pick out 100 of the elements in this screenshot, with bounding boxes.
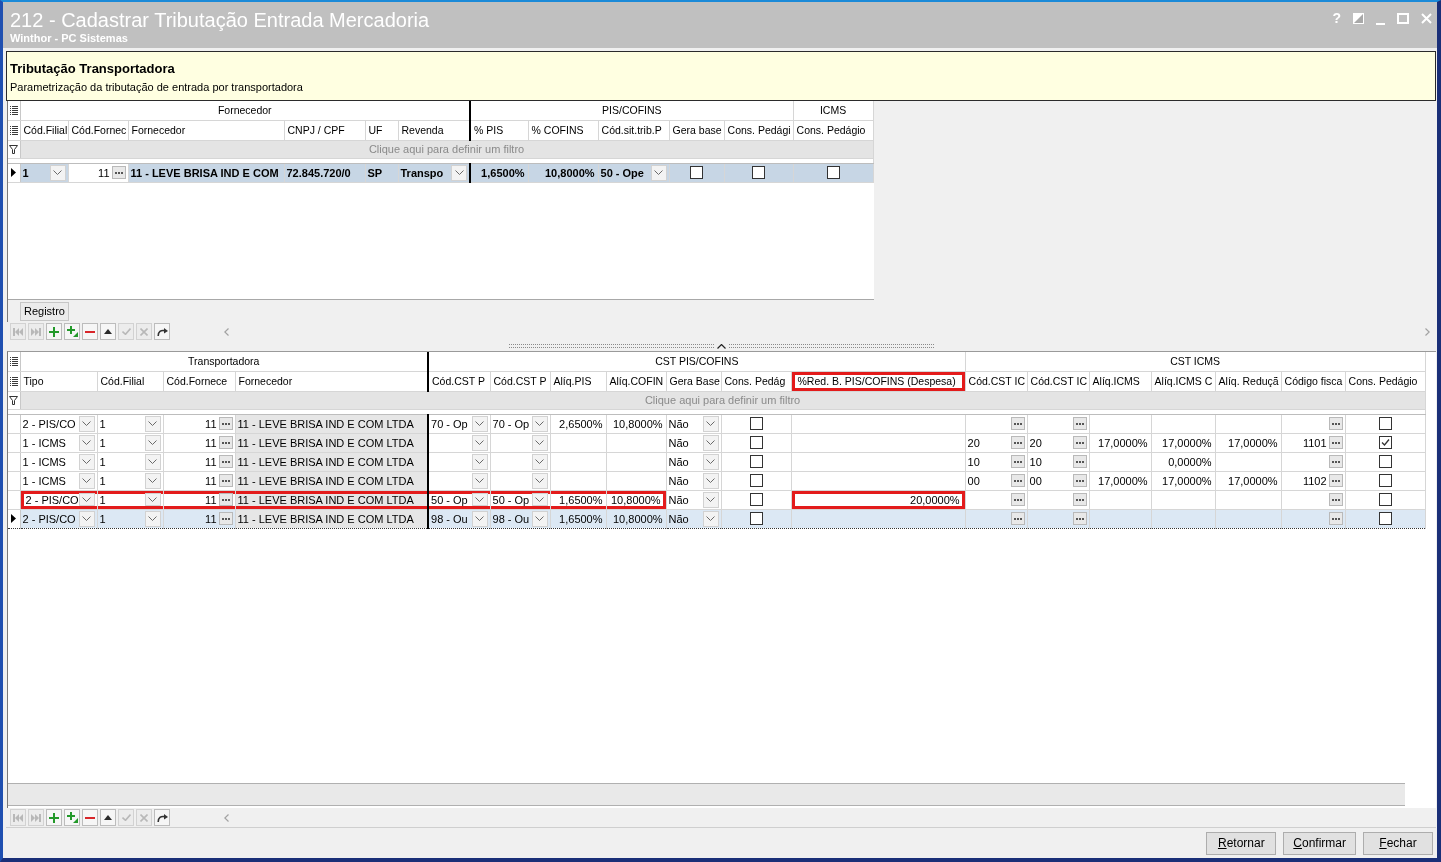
checkbox[interactable]: [749, 512, 763, 525]
combo-box[interactable]: Não: [666, 471, 722, 490]
checkbox[interactable]: [1378, 455, 1392, 468]
dropdown-button[interactable]: [471, 415, 488, 432]
checkbox[interactable]: [690, 166, 704, 179]
refresh-button[interactable]: [154, 809, 170, 826]
combo-box[interactable]: [428, 452, 491, 471]
chevron-left-icon[interactable]: [224, 813, 229, 822]
dropdown-button[interactable]: [144, 453, 161, 470]
ellipsis-button[interactable]: [1328, 493, 1343, 506]
combo-box[interactable]: 70 - Op: [490, 414, 551, 433]
append-button[interactable]: [46, 809, 62, 826]
combo-box[interactable]: 50 - Op: [490, 490, 551, 509]
lookup-field[interactable]: 1101: [1281, 433, 1346, 452]
table-row[interactable]: 1 11 11 - LEVE BRISA IND E COM 72.845.720/0 SP Transpo 1,6500% 10,8000% 50 - Ope: [8, 163, 874, 182]
delete-button[interactable]: [82, 809, 98, 826]
list-icon[interactable]: [9, 376, 18, 386]
dropdown-button[interactable]: [78, 415, 95, 432]
table-row[interactable]: 1 - ICMS 1 11 11 - LEVE BRISA IND E COM LTDA Não 00 00 17,0000% 17,0000% 17,0000% 1102: [8, 471, 1426, 490]
contrast-icon[interactable]: [1353, 13, 1364, 24]
combo-box[interactable]: [428, 471, 491, 490]
combo-box[interactable]: 1 - ICMS: [20, 452, 97, 471]
lookup-field[interactable]: 00: [965, 471, 1028, 490]
ellipsis-button[interactable]: [218, 455, 233, 468]
ellipsis-button[interactable]: [1328, 417, 1343, 430]
dropdown-button[interactable]: [471, 510, 488, 527]
ellipsis-button[interactable]: [1010, 512, 1025, 525]
combo-box[interactable]: Não: [666, 414, 722, 433]
filter-icon[interactable]: [9, 395, 19, 405]
dropdown-button[interactable]: [702, 510, 719, 527]
dropdown-button[interactable]: [144, 510, 161, 527]
dropdown-button[interactable]: [78, 493, 95, 506]
combo-box[interactable]: 1: [97, 433, 163, 452]
ellipsis-button[interactable]: [218, 474, 233, 487]
ellipsis-button[interactable]: [1072, 417, 1087, 430]
dropdown-button[interactable]: [471, 453, 488, 470]
ellipsis-button[interactable]: [1010, 455, 1025, 468]
ellipsis-button[interactable]: [111, 166, 126, 179]
chevron-left-icon[interactable]: [224, 327, 229, 336]
ellipsis-button[interactable]: [1010, 436, 1025, 449]
lookup-field[interactable]: 00: [1027, 471, 1090, 490]
column-header[interactable]: Cód.CST P: [428, 371, 491, 391]
table-row[interactable]: 1 - ICMS 1 11 11 - LEVE BRISA IND E COM LTDA Não 20 20 17,0000% 17,0000% 17,0000% 1101: [8, 433, 1426, 452]
refresh-button[interactable]: [154, 323, 170, 340]
ellipsis-button[interactable]: [218, 493, 233, 506]
ellipsis-button[interactable]: [1328, 474, 1343, 487]
checkbox[interactable]: [1378, 493, 1392, 506]
filter-icon[interactable]: [9, 144, 19, 154]
dropdown-button[interactable]: [702, 453, 719, 470]
dropdown-button[interactable]: [78, 472, 95, 489]
table-row[interactable]: 1 - ICMS 1 11 11 - LEVE BRISA IND E COM LTDA Não 10 10 0,0000%: [8, 452, 1426, 471]
edit-button[interactable]: [100, 809, 116, 826]
combo-box[interactable]: 1: [97, 471, 163, 490]
list-icon[interactable]: [9, 105, 18, 115]
list-icon[interactable]: [9, 125, 18, 135]
checkbox[interactable]: [749, 417, 763, 430]
checkbox[interactable]: [1378, 512, 1392, 525]
dropdown-button[interactable]: [531, 472, 548, 489]
lookup-field[interactable]: 11: [163, 452, 235, 471]
dropdown-button[interactable]: [531, 493, 548, 506]
column-header[interactable]: % PIS: [470, 120, 529, 140]
insert-button[interactable]: [64, 323, 80, 340]
dropdown-button[interactable]: [471, 472, 488, 489]
checkbox[interactable]: [749, 493, 763, 506]
ellipsis-button[interactable]: [218, 417, 233, 430]
ellipsis-button[interactable]: [1072, 512, 1087, 525]
ellipsis-button[interactable]: [218, 512, 233, 525]
dropdown-button[interactable]: [702, 415, 719, 432]
combo-box[interactable]: Não: [666, 490, 722, 509]
combo-box[interactable]: 1 - ICMS: [20, 471, 97, 490]
ellipsis-button[interactable]: [1072, 455, 1087, 468]
dropdown-button[interactable]: [78, 434, 95, 451]
dropdown-button[interactable]: [144, 493, 161, 506]
dropdown-button[interactable]: [650, 164, 667, 181]
checkbox[interactable]: [749, 455, 763, 468]
dropdown-button[interactable]: [144, 415, 161, 432]
dropdown-button[interactable]: [531, 510, 548, 527]
lookup-field[interactable]: 11: [163, 433, 235, 452]
table-row[interactable]: 2 - PIS/CO 1 11 11 - LEVE BRISA IND E COM LTDA 98 - Ou 98 - Ou 1,6500% 10,8000% Não: [8, 509, 1426, 528]
list-icon[interactable]: [9, 356, 18, 366]
dropdown-button[interactable]: [531, 453, 548, 470]
lookup-field[interactable]: 10: [1027, 452, 1090, 471]
delete-button[interactable]: [82, 323, 98, 340]
checkbox[interactable]: [1378, 474, 1392, 487]
combo-box[interactable]: 50 - Op: [428, 490, 491, 509]
lookup-field[interactable]: 1102: [1281, 471, 1346, 490]
table-row[interactable]: 2 - PIS/CO 1 11 11 - LEVE BRISA IND E COM LTDA 50 - Op 50 - Op 1,6500% 10,8000% Não 20,0000%: [8, 490, 1426, 509]
dropdown-button[interactable]: [702, 472, 719, 489]
dropdown-button[interactable]: [78, 510, 95, 527]
combo-box[interactable]: 2 - PIS/CO: [20, 490, 97, 509]
checkbox[interactable]: [826, 166, 840, 179]
combo-box[interactable]: 1: [97, 452, 163, 471]
lookup-field[interactable]: 11: [163, 471, 235, 490]
action-button[interactable]: Fechar: [1363, 831, 1433, 855]
ellipsis-button[interactable]: [1072, 436, 1087, 449]
table-row[interactable]: 2 - PIS/CO 1 11 11 - LEVE BRISA IND E COM LTDA 70 - Op 70 - Op 2,6500% 10,8000% Não: [8, 414, 1426, 433]
combo-box[interactable]: 2 - PIS/CO: [20, 414, 97, 433]
lookup-field[interactable]: 20: [1027, 433, 1090, 452]
edit-button[interactable]: [100, 323, 116, 340]
checkbox[interactable]: [752, 166, 766, 179]
